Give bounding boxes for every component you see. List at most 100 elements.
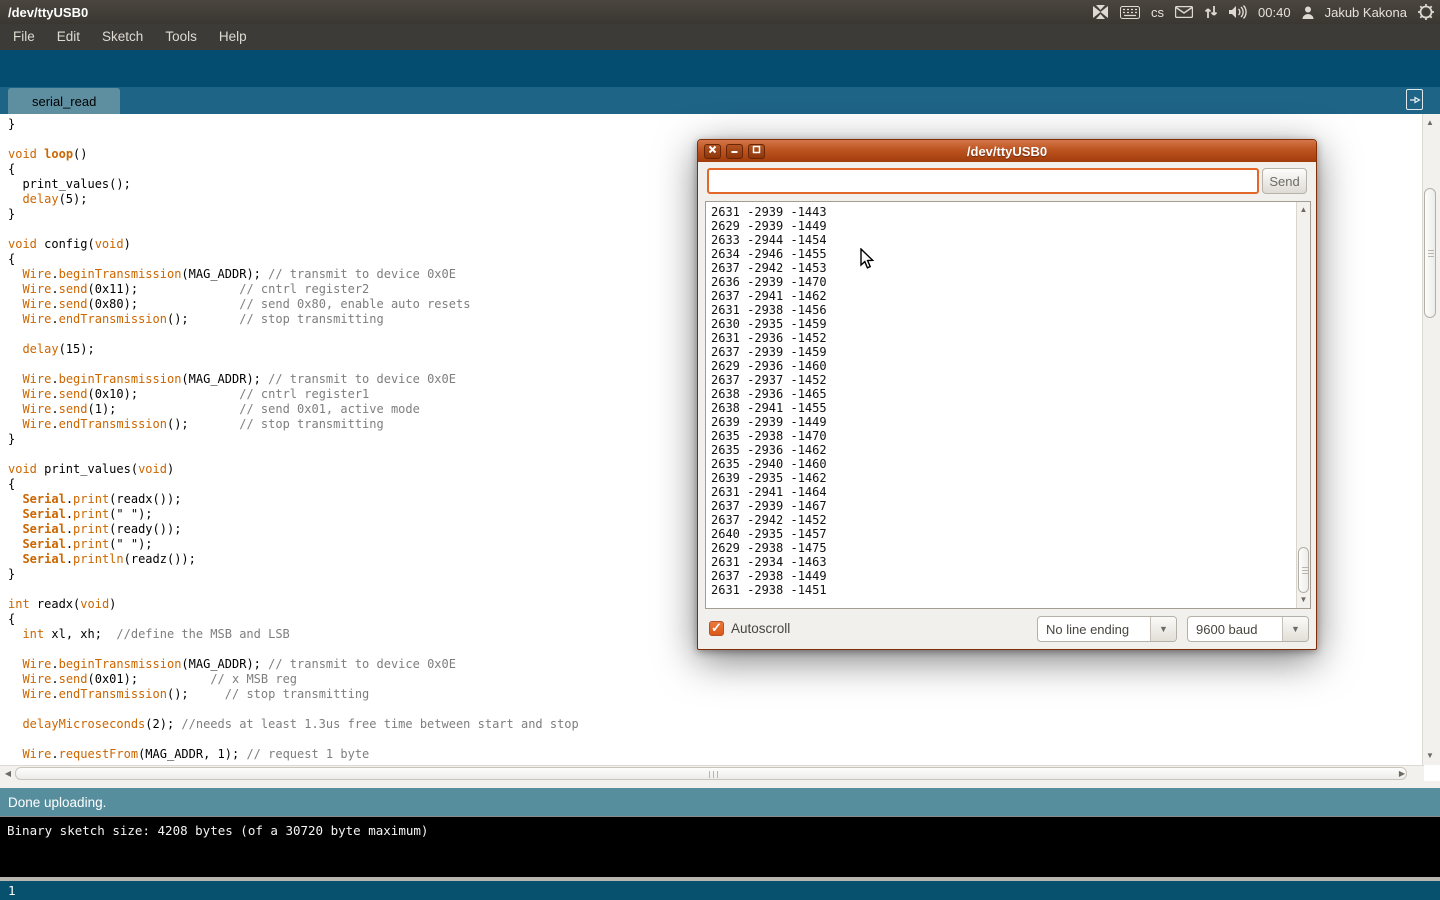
serial-line: 2633 -2944 -1454 [706, 233, 1310, 247]
status-gap [0, 781, 1440, 788]
serial-line: 2635 -2938 -1470 [706, 429, 1310, 443]
applet-x-icon[interactable] [1092, 5, 1109, 19]
chevron-down-icon[interactable]: ▼ [1282, 617, 1308, 641]
user-icon [1302, 6, 1314, 19]
send-button-label: Send [1269, 174, 1299, 189]
serial-line: 2638 -2941 -1455 [706, 401, 1310, 415]
serial-line: 2637 -2942 -1453 [706, 261, 1310, 275]
baud-rate-value: 9600 baud [1188, 622, 1282, 637]
autoscroll-checkbox[interactable]: ✓ [709, 621, 724, 636]
serial-send-input[interactable] [707, 168, 1259, 194]
ide-toolbar [0, 50, 1440, 87]
serial-output-lines: 2631 -2939 -14432629 -2939 -14492633 -29… [706, 202, 1310, 597]
system-tray: cs 00:40 Jakub Kakona [1092, 4, 1440, 20]
serial-monitor-title: /dev/ttyUSB0 [698, 144, 1316, 159]
code-line: } [8, 117, 1422, 132]
serial-line: 2637 -2938 -1449 [706, 569, 1310, 583]
serial-line: 2637 -2937 -1452 [706, 373, 1310, 387]
serial-line: 2639 -2935 -1462 [706, 471, 1310, 485]
window-maximize-button[interactable] [748, 144, 765, 159]
editor-hscroll-thumb[interactable] [15, 767, 1407, 780]
editor-horizontal-scrollbar[interactable]: ◀ ▶ [0, 765, 1424, 781]
scroll-down-icon[interactable]: ▼ [1297, 593, 1310, 607]
line-number-bar: 1 [0, 881, 1440, 900]
baud-rate-dropdown[interactable]: 9600 baud ▼ [1187, 616, 1309, 642]
code-line [8, 702, 1422, 717]
serial-scroll-thumb[interactable] [1298, 547, 1309, 593]
check-icon: ✓ [711, 620, 722, 636]
session-gear-icon[interactable] [1418, 4, 1434, 20]
serial-line: 2631 -2939 -1443 [706, 205, 1310, 219]
network-arrows-icon[interactable] [1204, 5, 1218, 19]
serial-line: 2639 -2939 -1449 [706, 415, 1310, 429]
menu-tools[interactable]: Tools [154, 24, 208, 50]
serial-line: 2629 -2938 -1475 [706, 541, 1310, 555]
serial-line: 2629 -2936 -1460 [706, 359, 1310, 373]
line-ending-value: No line ending [1038, 622, 1150, 637]
desktop-top-panel: /dev/ttyUSB0 cs 00:40 Jakub Kakona [0, 0, 1440, 24]
tab-strip: serial_read [0, 87, 1440, 114]
serial-line: 2631 -2938 -1456 [706, 303, 1310, 317]
menu-help[interactable]: Help [208, 24, 258, 50]
status-message: Done uploading. [8, 795, 106, 810]
scroll-left-icon[interactable]: ◀ [2, 767, 14, 780]
menu-sketch[interactable]: Sketch [91, 24, 154, 50]
serial-line: 2640 -2935 -1457 [706, 527, 1310, 541]
keyboard-icon[interactable] [1120, 6, 1140, 19]
ide-menubar: File Edit Sketch Tools Help [0, 24, 1440, 50]
code-line [8, 732, 1422, 747]
tab-serial-read[interactable]: serial_read [8, 88, 120, 114]
serial-line: 2638 -2936 -1465 [706, 387, 1310, 401]
serial-line: 2637 -2942 -1452 [706, 513, 1310, 527]
window-close-button[interactable] [704, 144, 721, 159]
editor-vertical-scrollbar[interactable]: ▲ ▼ [1422, 114, 1437, 765]
editor-scroll-thumb[interactable] [1424, 188, 1436, 318]
tab-menu-button[interactable] [1406, 89, 1423, 110]
serial-monitor-titlebar[interactable]: /dev/ttyUSB0 [698, 140, 1316, 162]
build-console: Binary sketch size: 4208 bytes (of a 307… [0, 816, 1440, 877]
status-bar: Done uploading. [0, 788, 1440, 816]
maximize-icon [752, 145, 761, 154]
serial-line: 2629 -2939 -1449 [706, 219, 1310, 233]
scroll-up-icon[interactable]: ▲ [1297, 203, 1310, 217]
menu-edit[interactable]: Edit [46, 24, 91, 50]
mouse-cursor [858, 248, 874, 275]
scroll-up-icon[interactable]: ▲ [1423, 116, 1437, 130]
line-ending-dropdown[interactable]: No line ending ▼ [1037, 616, 1177, 642]
serial-output-area[interactable]: 2631 -2939 -14432629 -2939 -14492633 -29… [705, 201, 1311, 609]
right-arrow-icon [1409, 95, 1421, 105]
console-output: Binary sketch size: 4208 bytes (of a 307… [7, 823, 1440, 838]
clock-label[interactable]: 00:40 [1258, 5, 1291, 20]
serial-line: 2631 -2936 -1452 [706, 331, 1310, 345]
current-line-indicator: 1 [8, 883, 16, 898]
serial-monitor-controls: ✓ Autoscroll No line ending ▼ 9600 baud … [698, 609, 1316, 651]
serial-line: 2636 -2939 -1470 [706, 275, 1310, 289]
serial-line: 2637 -2939 -1459 [706, 345, 1310, 359]
volume-icon[interactable] [1229, 5, 1247, 19]
serial-line: 2631 -2934 -1463 [706, 555, 1310, 569]
autoscroll-label: Autoscroll [731, 621, 790, 636]
scroll-right-icon[interactable]: ▶ [1396, 767, 1408, 780]
serial-monitor-window: /dev/ttyUSB0 Send 2631 -2939 -14432629 -… [697, 139, 1317, 650]
chevron-down-icon[interactable]: ▼ [1150, 617, 1176, 641]
serial-vertical-scrollbar[interactable]: ▲ ▼ [1296, 202, 1310, 608]
code-line: Wire.endTransmission(); // stop transmit… [8, 687, 1422, 702]
mail-icon[interactable] [1175, 6, 1193, 18]
send-button[interactable]: Send [1262, 168, 1307, 194]
menu-file[interactable]: File [2, 24, 46, 50]
serial-line: 2637 -2941 -1462 [706, 289, 1310, 303]
serial-line: 2630 -2935 -1459 [706, 317, 1310, 331]
keyboard-layout-label[interactable]: cs [1151, 5, 1164, 20]
code-line: Wire.requestFrom(MAG_ADDR, 1); // reques… [8, 747, 1422, 762]
window-minimize-button[interactable] [726, 144, 743, 159]
scroll-down-icon[interactable]: ▼ [1423, 749, 1437, 763]
user-menu-label[interactable]: Jakub Kakona [1325, 5, 1407, 20]
code-line: delayMicroseconds(2); //needs at least 1… [8, 717, 1422, 732]
serial-line: 2637 -2939 -1467 [706, 499, 1310, 513]
serial-line: 2634 -2946 -1455 [706, 247, 1310, 261]
minimize-icon [730, 145, 739, 154]
serial-line: 2635 -2936 -1462 [706, 443, 1310, 457]
tab-label: serial_read [32, 94, 96, 109]
serial-line: 2631 -2938 -1451 [706, 583, 1310, 597]
close-icon [708, 145, 717, 154]
